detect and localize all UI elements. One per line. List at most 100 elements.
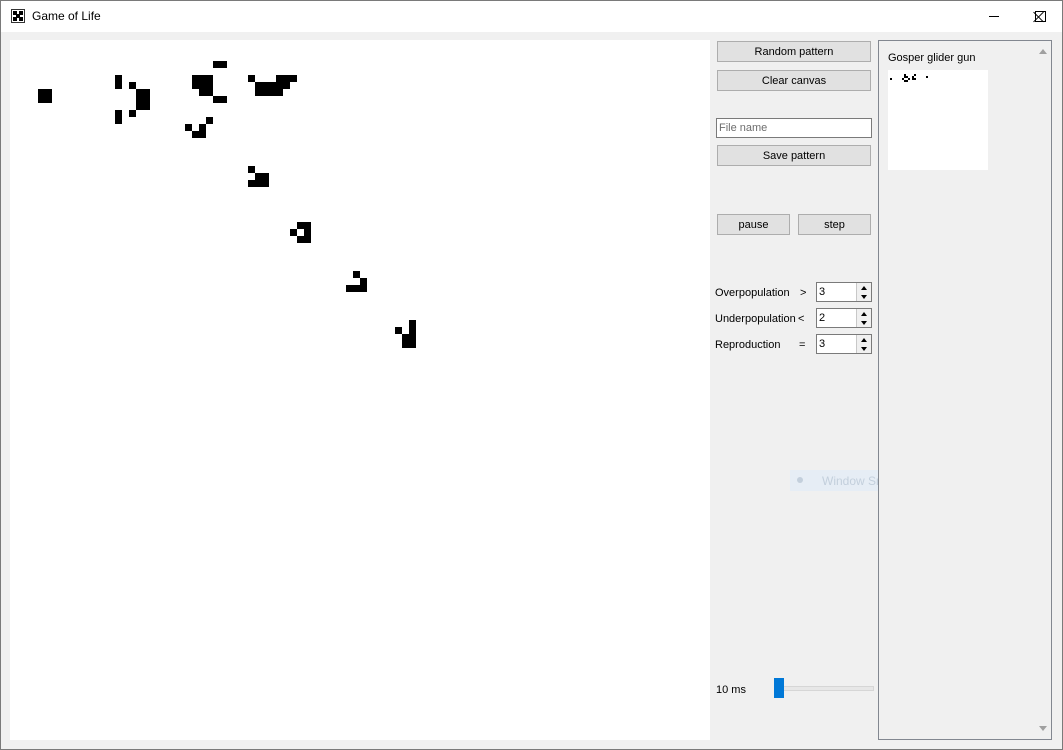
- step-button[interactable]: step: [798, 214, 871, 235]
- live-cell: [395, 327, 402, 334]
- live-cell: [283, 82, 290, 89]
- live-cell: [206, 75, 213, 82]
- live-cell: [360, 278, 367, 285]
- live-cell: [290, 75, 297, 82]
- save-pattern-button[interactable]: Save pattern: [717, 145, 871, 166]
- window-title: Game of Life: [32, 9, 101, 23]
- live-cell: [262, 89, 269, 96]
- snip-icon: [797, 477, 803, 483]
- live-cell: [248, 75, 255, 82]
- spinner-buttons: [856, 335, 871, 353]
- random-pattern-button[interactable]: Random pattern: [717, 41, 871, 62]
- preview-cell: [906, 80, 908, 82]
- live-cell: [346, 285, 353, 292]
- speed-slider-thumb[interactable]: [774, 678, 784, 698]
- live-cell: [297, 222, 304, 229]
- live-cell: [115, 117, 122, 124]
- live-cell: [269, 89, 276, 96]
- live-cell: [115, 110, 122, 117]
- live-cell: [353, 271, 360, 278]
- live-cell: [143, 103, 150, 110]
- live-cell: [143, 89, 150, 96]
- pause-button[interactable]: pause: [717, 214, 790, 235]
- title-bar[interactable]: Game of Life: [1, 1, 1062, 32]
- live-cell: [409, 334, 416, 341]
- minimize-icon: [989, 16, 999, 17]
- minimize-button[interactable]: [971, 1, 1017, 32]
- live-cell: [220, 96, 227, 103]
- live-cell: [297, 236, 304, 243]
- live-cell: [304, 229, 311, 236]
- underpopulation-value[interactable]: 2: [819, 312, 825, 324]
- clear-canvas-button[interactable]: Clear canvas: [717, 70, 871, 91]
- spin-down-icon[interactable]: [857, 318, 871, 327]
- live-cell: [192, 82, 199, 89]
- close-button[interactable]: [1016, 1, 1062, 32]
- live-cell: [276, 75, 283, 82]
- life-canvas[interactable]: [10, 40, 710, 740]
- live-cell: [276, 82, 283, 89]
- live-cell: [290, 229, 297, 236]
- underpopulation-label: Underpopulation: [715, 313, 796, 325]
- pattern-name: Gosper glider gun: [888, 52, 976, 64]
- overpopulation-label: Overpopulation: [715, 287, 790, 299]
- reproduction-operator: =: [799, 339, 806, 351]
- live-cell: [115, 82, 122, 89]
- live-cell: [213, 61, 220, 68]
- panel-scrollbar[interactable]: [1035, 41, 1051, 739]
- app-icon: [11, 9, 25, 23]
- live-cell: [255, 180, 262, 187]
- live-cell: [206, 89, 213, 96]
- scroll-up-icon[interactable]: [1039, 49, 1047, 54]
- speed-slider-track[interactable]: [776, 686, 874, 691]
- live-cell: [136, 89, 143, 96]
- underpopulation-spinner[interactable]: 2: [816, 308, 872, 328]
- live-cell: [220, 61, 227, 68]
- spinner-buttons: [856, 309, 871, 327]
- reproduction-label: Reproduction: [715, 339, 781, 351]
- live-cell: [199, 124, 206, 131]
- live-cell: [38, 89, 45, 96]
- close-icon: [1033, 11, 1045, 23]
- pattern-preview[interactable]: [888, 70, 988, 170]
- live-cell: [143, 96, 150, 103]
- live-cell: [213, 96, 220, 103]
- live-cell: [199, 75, 206, 82]
- reproduction-value[interactable]: 3: [819, 338, 825, 350]
- live-cell: [304, 236, 311, 243]
- live-cell: [115, 75, 122, 82]
- live-cell: [269, 82, 276, 89]
- preview-cell: [926, 76, 928, 78]
- live-cell: [409, 327, 416, 334]
- live-cell: [353, 285, 360, 292]
- pattern-list-panel[interactable]: Gosper glider gun: [878, 40, 1052, 740]
- live-cell: [136, 103, 143, 110]
- live-cell: [206, 117, 213, 124]
- preview-cell: [890, 78, 892, 80]
- live-cell: [136, 96, 143, 103]
- live-cell: [283, 75, 290, 82]
- live-cell: [248, 180, 255, 187]
- live-cell: [276, 89, 283, 96]
- reproduction-spinner[interactable]: 3: [816, 334, 872, 354]
- speed-label: 10 ms: [716, 684, 746, 696]
- live-cell: [255, 82, 262, 89]
- preview-cell: [914, 78, 916, 80]
- live-cell: [129, 110, 136, 117]
- live-cell: [304, 222, 311, 229]
- spin-down-icon[interactable]: [857, 292, 871, 301]
- overpopulation-value[interactable]: 3: [819, 286, 825, 298]
- live-cell: [185, 124, 192, 131]
- live-cell: [248, 166, 255, 173]
- live-cell: [409, 320, 416, 327]
- live-cell: [409, 341, 416, 348]
- underpopulation-operator: <: [798, 313, 805, 325]
- live-cell: [255, 173, 262, 180]
- overpopulation-spinner[interactable]: 3: [816, 282, 872, 302]
- preview-cell: [914, 74, 916, 76]
- live-cell: [262, 82, 269, 89]
- file-name-input[interactable]: File name: [716, 118, 872, 138]
- scroll-down-icon[interactable]: [1039, 726, 1047, 731]
- spin-down-icon[interactable]: [857, 344, 871, 353]
- live-cell: [199, 89, 206, 96]
